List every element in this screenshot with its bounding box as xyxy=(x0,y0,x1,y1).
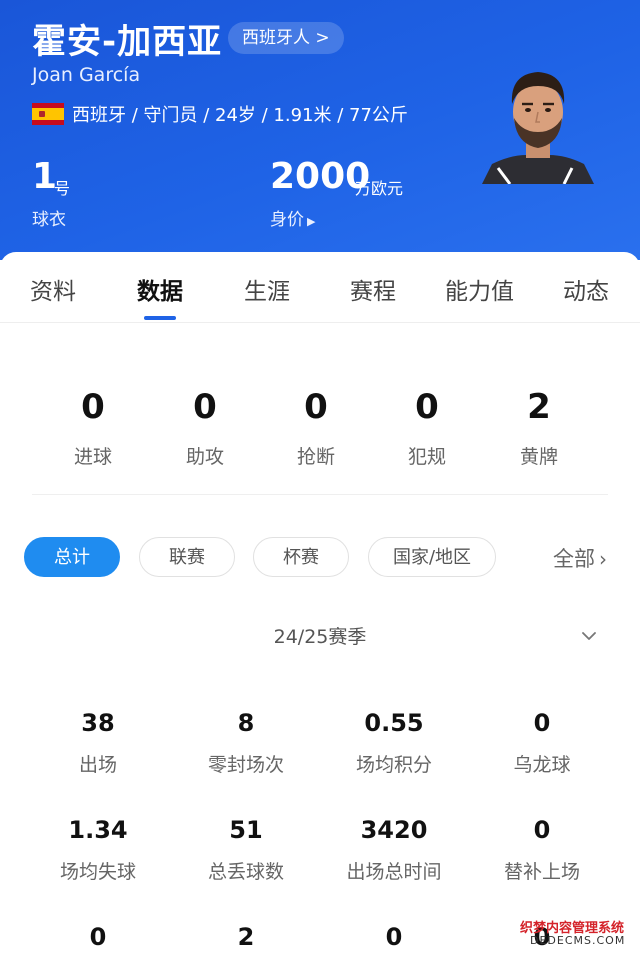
stat-points-per-game: 0.55 场均积分 xyxy=(319,706,469,777)
filter-all-label: 全部 xyxy=(553,547,595,571)
profile-tabs: 资料 数据 生涯 赛程 能力值 动态 xyxy=(0,252,640,323)
stat-value: 2 xyxy=(237,923,255,951)
player-avatar xyxy=(482,72,594,184)
tab-news[interactable]: 动态 xyxy=(563,272,609,306)
stat-appearances: 38 出场 xyxy=(23,706,173,777)
stat-minutes-played: 3420 出场总时间 xyxy=(319,813,469,884)
jersey-label: 球衣 xyxy=(32,210,66,230)
tab-ability[interactable]: 能力值 xyxy=(445,272,514,306)
summary-stat-yellow-cards: 2 黄牌 xyxy=(484,384,594,469)
section-divider xyxy=(32,494,608,495)
spain-flag-icon xyxy=(32,103,64,125)
stat-label: 出场 xyxy=(78,754,117,776)
summary-stat-value: 0 xyxy=(415,387,439,427)
player-info-line: 西班牙 / 守门员 / 24岁 / 1.91米 / 77公斤 xyxy=(32,101,408,127)
summary-stat-label: 黄牌 xyxy=(519,446,558,468)
tab-data[interactable]: 数据 xyxy=(137,272,183,306)
chevron-down-icon[interactable] xyxy=(580,627,598,645)
player-latin-name: Joan García xyxy=(32,64,141,86)
stat-label: 出场总时间 xyxy=(346,861,442,883)
stat-value: 0.55 xyxy=(364,709,424,737)
stat-value: 0 xyxy=(533,709,551,737)
stat-value: 0 xyxy=(89,923,107,951)
stat-value: 1.34 xyxy=(68,816,128,844)
stat-row3-3: 0 xyxy=(319,920,469,954)
summary-stat-label: 进球 xyxy=(73,446,112,468)
stat-total-goals-conceded: 51 总丢球数 xyxy=(171,813,321,884)
stat-value: 38 xyxy=(81,709,115,737)
summary-stat-value: 0 xyxy=(81,387,105,427)
filter-national-pill[interactable]: 国家/地区 xyxy=(368,537,496,577)
player-name: 霍安-加西亚 xyxy=(32,22,223,62)
summary-stat-value: 0 xyxy=(193,387,217,427)
jersey-unit: 号 xyxy=(54,179,71,198)
market-value-label: 身价 xyxy=(270,210,304,230)
summary-stat-tackles: 0 抢断 xyxy=(261,384,371,469)
summary-stat-label: 助攻 xyxy=(185,446,224,468)
summary-stat-label: 犯规 xyxy=(407,446,446,468)
stat-label: 场均积分 xyxy=(355,754,432,776)
tab-schedule[interactable]: 赛程 xyxy=(350,272,396,306)
stat-row3-2: 2 xyxy=(171,920,321,954)
summary-stat-assists: 0 助攻 xyxy=(150,384,260,469)
player-header: 霍安-加西亚 西班牙人 > Joan García 西班牙 / 守门员 / 24… xyxy=(0,0,640,260)
play-arrow-icon: ▶ xyxy=(307,215,316,228)
stat-value: 0 xyxy=(385,923,403,951)
stat-row3-1: 0 xyxy=(23,920,173,954)
summary-stat-goals: 0 进球 xyxy=(38,384,148,469)
summary-stat-value: 0 xyxy=(304,387,328,427)
stat-label: 乌龙球 xyxy=(513,754,571,776)
stat-label: 场均失球 xyxy=(59,861,136,883)
stat-value: 0 xyxy=(533,816,551,844)
stat-label: 总丢球数 xyxy=(207,861,284,883)
stat-label: 替补上场 xyxy=(503,861,580,883)
filter-all-link[interactable]: 全部 › xyxy=(553,543,607,573)
summary-stat-value: 2 xyxy=(527,387,551,427)
stat-label: 零封场次 xyxy=(207,754,284,776)
player-info-text: 西班牙 / 守门员 / 24岁 / 1.91米 / 77公斤 xyxy=(72,105,408,126)
active-tab-indicator xyxy=(144,316,176,320)
watermark-line2: DEDECMS.COM xyxy=(530,934,626,947)
filter-league-pill[interactable]: 联赛 xyxy=(139,537,235,577)
market-value-link[interactable]: 身价 ▶ xyxy=(270,205,315,230)
club-link-button[interactable]: 西班牙人 > xyxy=(228,22,344,54)
stat-own-goals: 0 乌龙球 xyxy=(467,706,617,777)
watermark: 织梦内容管理系统 DEDECMS.COM xyxy=(520,917,640,952)
chevron-right-icon: › xyxy=(599,547,607,571)
season-selector[interactable]: 24/25赛季 xyxy=(0,622,640,649)
stat-clean-sheets: 8 零封场次 xyxy=(171,706,321,777)
stat-value: 3420 xyxy=(360,816,428,844)
filter-total-pill[interactable]: 总计 xyxy=(24,537,120,577)
tab-profile[interactable]: 资料 xyxy=(30,272,76,306)
summary-stat-label: 抢断 xyxy=(296,446,335,468)
stat-value: 51 xyxy=(229,816,263,844)
tab-career[interactable]: 生涯 xyxy=(244,272,290,306)
stat-sub-appearances: 0 替补上场 xyxy=(467,813,617,884)
summary-stat-fouls: 0 犯规 xyxy=(372,384,482,469)
stat-value: 8 xyxy=(237,709,255,737)
filter-cup-pill[interactable]: 杯赛 xyxy=(253,537,349,577)
market-value-unit: 万欧元 xyxy=(355,179,404,198)
stat-goals-conceded-per-game: 1.34 场均失球 xyxy=(23,813,173,884)
